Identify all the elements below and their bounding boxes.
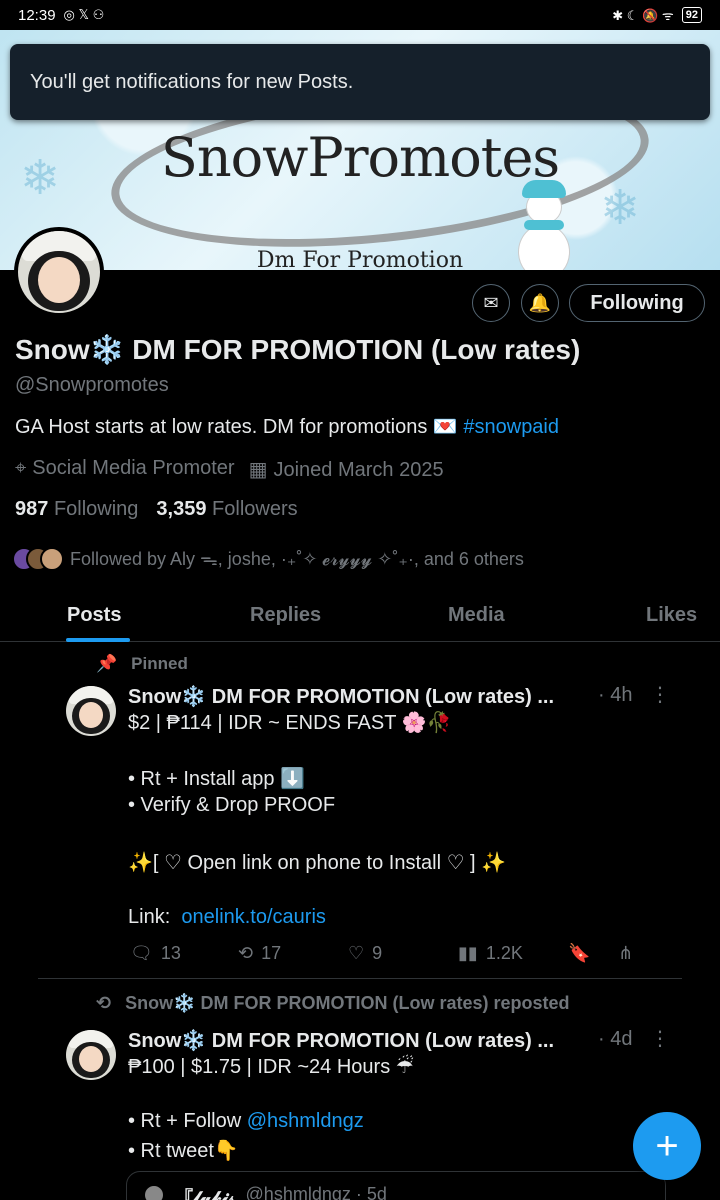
post-text-line: • Rt + Install app ⬇️ — [128, 768, 305, 790]
repost-icon: ⟲ — [96, 993, 112, 1013]
profile-category: Social Media Promoter — [32, 457, 235, 479]
bookmark-icon: 🔖 — [568, 943, 591, 963]
post-mention[interactable]: @hshmldngz — [247, 1110, 364, 1132]
post-text-line: ✨[ ♡ Open link on phone to Install ♡ ] ✨ — [128, 852, 507, 874]
quote-meta: @hshmldngz · 5d — [245, 1184, 387, 1200]
post-time[interactable]: · 4d — [598, 1028, 632, 1051]
clock: 12:39 — [18, 6, 56, 24]
views-button[interactable]: ▮▮ 1.2K — [458, 943, 523, 964]
more-options-icon[interactable]: ⋮ — [650, 682, 670, 707]
quote-author: 『𝓵𝓾𝓴𝓲𝓼 — [175, 1188, 236, 1200]
like-button[interactable]: ♡ 9 — [348, 943, 382, 964]
post-author[interactable]: Snow❄️ DM FOR PROMOTION (Low rates) ... — [128, 684, 588, 709]
snowman-illustration — [512, 180, 574, 270]
notification-toast: You'll get notifications for new Posts. — [10, 44, 710, 120]
post-text-line: $2 | ₱114 | IDR ~ ENDS FAST 🌸🥀 — [128, 712, 452, 734]
bookmark-button[interactable]: 🔖 — [568, 943, 590, 964]
battery-icon: 92 — [681, 7, 702, 23]
post-text-line: • Rt tweet👇 — [128, 1140, 239, 1162]
profile-handle: @Snowpromotes — [15, 374, 169, 396]
followers-count-link[interactable]: 3,359 Followers — [156, 498, 297, 521]
reply-button[interactable]: 🗨 13 — [130, 943, 181, 964]
tab-posts[interactable]: Posts — [67, 604, 121, 627]
post-author[interactable]: Snow❄️ DM FOR PROMOTION (Low rates) ... — [128, 1028, 588, 1053]
share-button[interactable]: ⋔ — [618, 943, 633, 964]
views-icon: ▮▮ — [458, 943, 478, 963]
post-avatar[interactable] — [66, 1030, 116, 1080]
reply-icon: 🗨 — [130, 943, 153, 963]
share-icon: ⋔ — [618, 943, 634, 963]
avatar — [40, 547, 64, 571]
active-tab-indicator — [66, 638, 130, 642]
followed-by[interactable]: Followed by Aly ᯓ, joshe, ·₊˚✧ 𝓮𝓻𝔂𝔂𝔂 ✧˚₊… — [12, 547, 524, 571]
post-text-line: ₱100 | $1.75 | IDR ~24 Hours ☔ — [128, 1056, 414, 1078]
following-button[interactable]: Following — [569, 284, 705, 322]
post-text-line: • Rt + Follow @hshmldngz — [128, 1110, 364, 1132]
toast-text: You'll get notifications for new Posts. — [30, 70, 354, 93]
heart-icon: ♡ — [348, 943, 365, 963]
followed-by-text: Followed by Aly ᯓ, joshe, ·₊˚✧ 𝓮𝓻𝔂𝔂𝔂 ✧˚₊… — [70, 549, 524, 569]
profile-avatar[interactable] — [14, 227, 104, 317]
pin-icon: 📌 — [96, 654, 118, 673]
profile-joined: Joined March 2025 — [273, 459, 444, 481]
bio-text: GA Host starts at low rates. DM for prom… — [15, 416, 458, 438]
system-icons: ✱ ☾ 🔕 ᯤ — [612, 8, 674, 23]
post-link[interactable]: onelink.to/cauris — [181, 906, 326, 928]
notification-icons: ◎ 𝕏 ⚇ — [63, 7, 105, 22]
message-button[interactable]: ✉ — [472, 284, 510, 322]
status-bar: 12:39 ◎ 𝕏 ⚇ ✱ ☾ 🔕 ᯤ 92 — [0, 0, 720, 30]
following-count-link[interactable]: 987 Following — [15, 498, 138, 521]
profile-meta: ⌖ Social Media Promoter ▦ Joined March 202… — [15, 457, 444, 482]
banner-title: SnowPromotes — [160, 126, 560, 189]
post-text-line: • Verify & Drop PROOF — [128, 794, 336, 816]
divider — [38, 978, 682, 979]
banner-subtitle: Dm For Promotion — [256, 248, 464, 270]
pinned-label: 📌 Pinned — [96, 654, 188, 673]
profile-tabs: Posts Replies Media Likes — [0, 590, 720, 642]
bio-hashtag[interactable]: #snowpaid — [463, 416, 559, 438]
post-link-line: Link: onelink.to/cauris — [128, 906, 326, 928]
notification-bell-button[interactable]: 🔔 — [521, 284, 559, 322]
more-options-icon[interactable]: ⋮ — [650, 1026, 670, 1051]
repost-icon: ⟲ — [238, 943, 254, 963]
post-time[interactable]: · 4h — [598, 684, 632, 707]
repost-label: ⟲ Snow❄️ DM FOR PROMOTION (Low rates) re… — [96, 993, 570, 1013]
calendar-icon: ▦ — [248, 459, 268, 481]
location-pin-icon: ⌖ — [15, 457, 27, 479]
avatar — [143, 1184, 165, 1200]
post-actions: 🗨 13 ⟲ 17 ♡ 9 ▮▮ 1.2K 🔖 ⋔ — [130, 943, 650, 969]
tab-likes[interactable]: Likes — [646, 604, 697, 627]
tab-media[interactable]: Media — [448, 604, 505, 627]
quoted-post[interactable]: 『𝓵𝓾𝓴𝓲𝓼 @hshmldngz · 5d — [126, 1171, 666, 1200]
tab-replies[interactable]: Replies — [250, 604, 321, 627]
profile-bio: GA Host starts at low rates. DM for prom… — [15, 414, 559, 439]
follow-counts: 987 Following 3,359 Followers — [15, 498, 298, 521]
repost-button[interactable]: ⟲ 17 — [238, 943, 281, 964]
plus-icon: + — [655, 1123, 679, 1168]
mail-icon: ✉ — [483, 292, 499, 313]
post-avatar[interactable] — [66, 686, 116, 736]
bell-icon: 🔔 — [528, 292, 552, 313]
profile-name: Snow❄️ DM FOR PROMOTION (Low rates) — [15, 334, 581, 365]
compose-post-button[interactable]: + — [633, 1112, 701, 1180]
